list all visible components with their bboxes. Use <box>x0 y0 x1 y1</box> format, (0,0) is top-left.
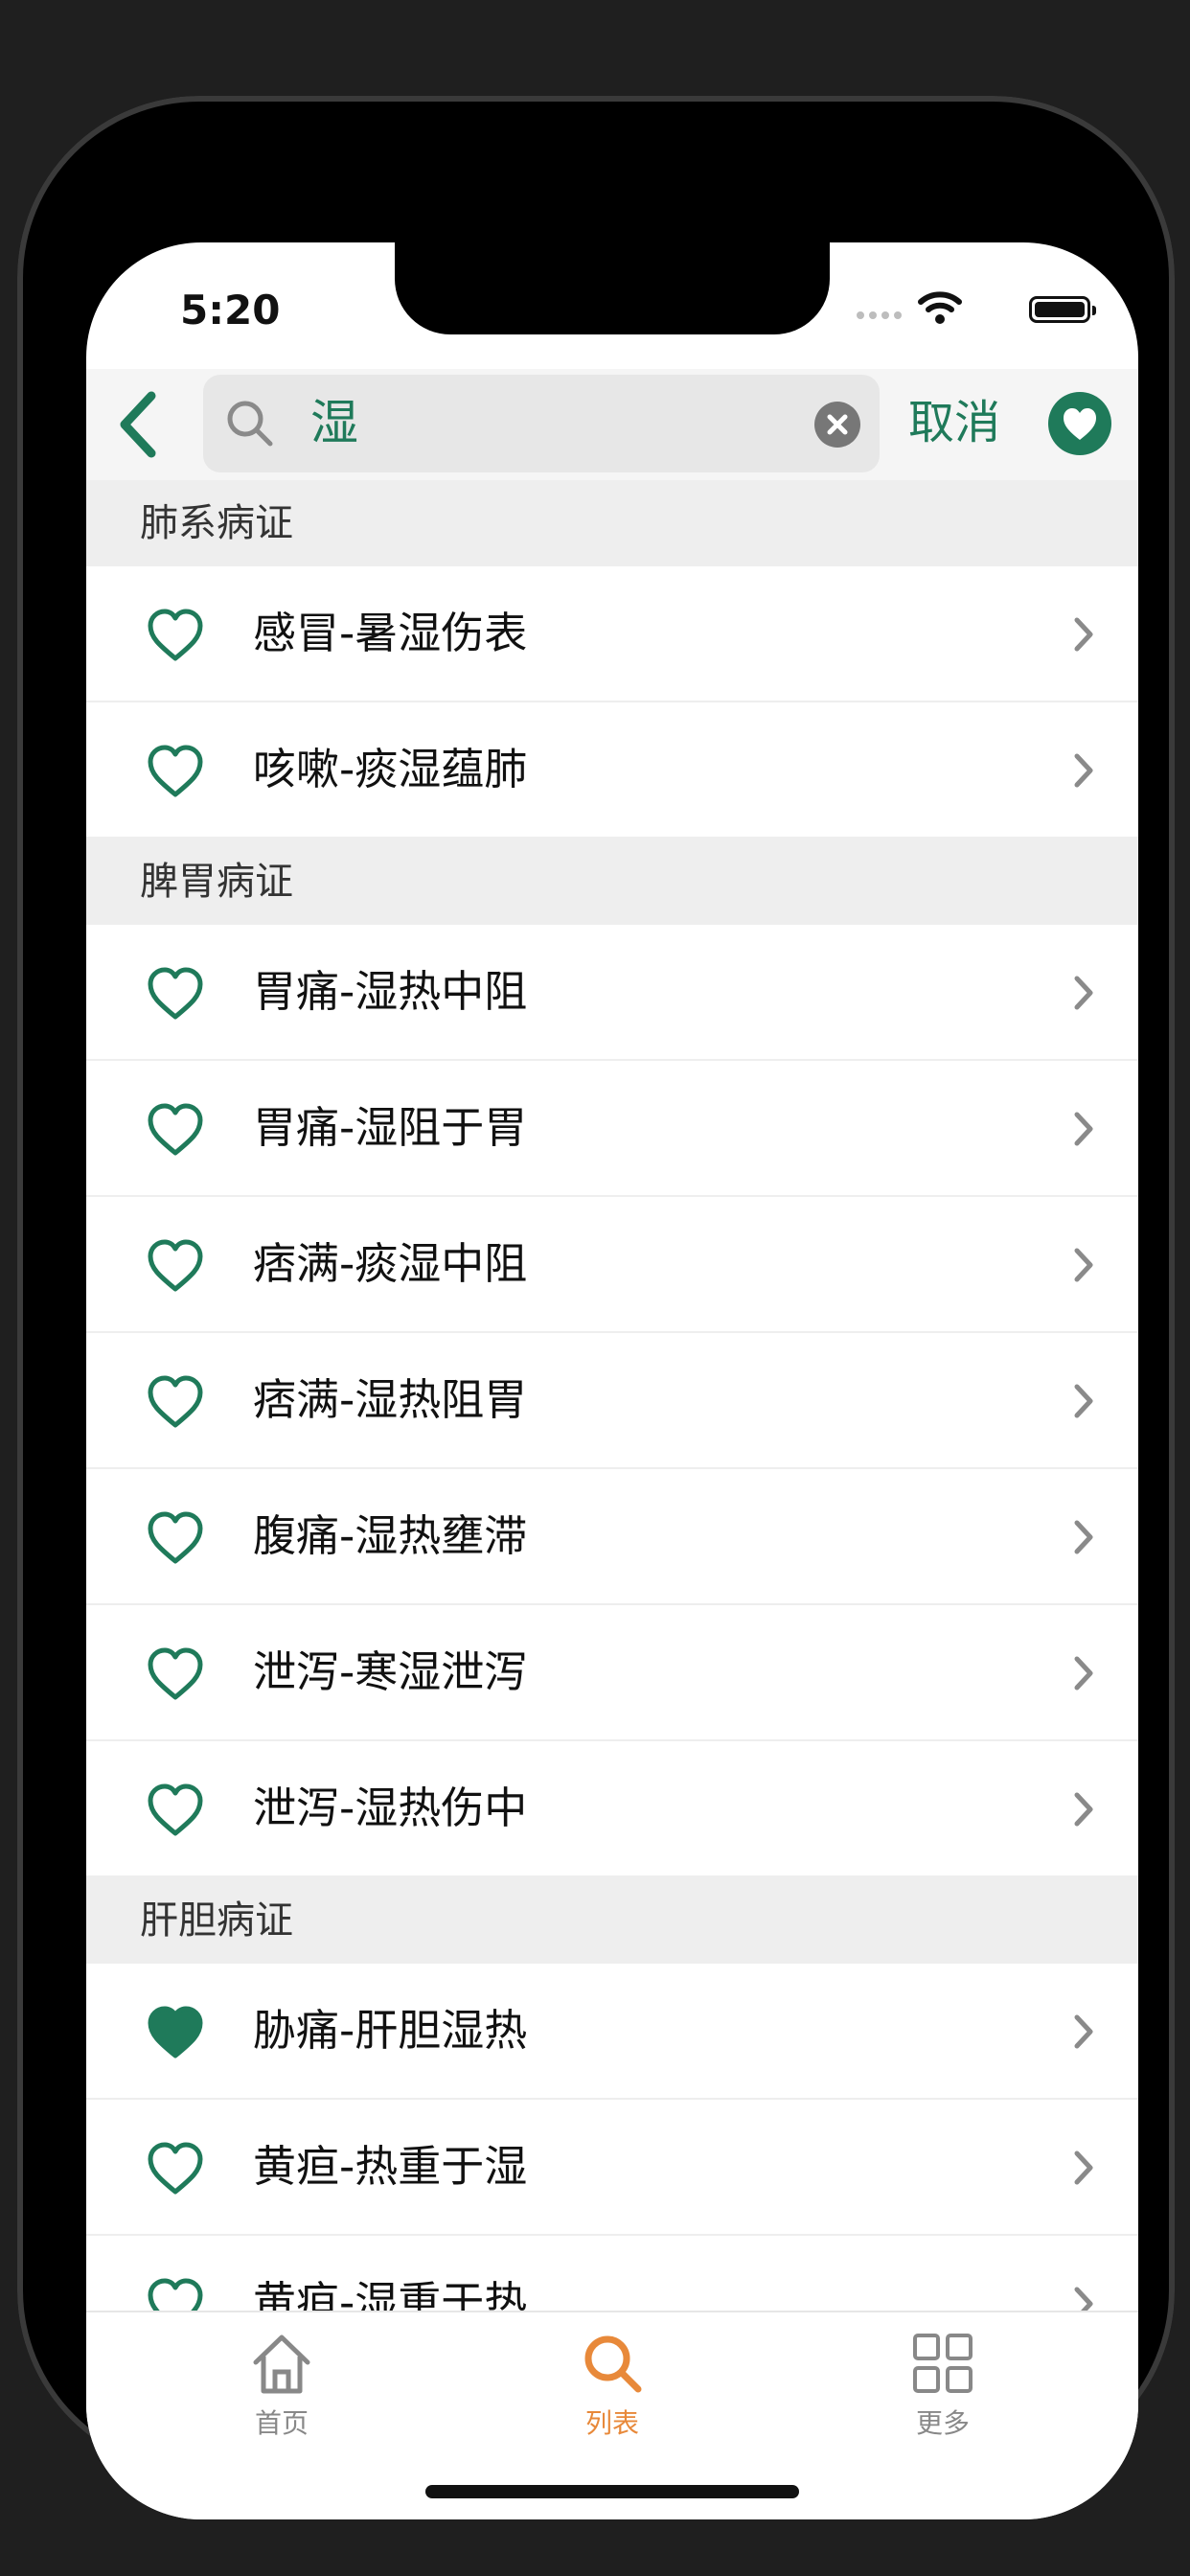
heart-icon[interactable] <box>146 2140 205 2196</box>
wifi-icon <box>918 291 962 324</box>
cancel-button[interactable]: 取消 <box>908 392 1000 453</box>
heart-icon[interactable] <box>146 965 205 1021</box>
search-bar: 湿 取消 <box>86 369 1138 480</box>
heart-icon[interactable] <box>146 743 205 798</box>
list-item-label: 胃痛-湿阻于胃 <box>253 1102 528 1153</box>
home-icon <box>253 2334 310 2394</box>
list-item-label: 感冒-暑湿伤表 <box>253 608 528 658</box>
list-item-label: 痞满-湿热阻胃 <box>253 1374 528 1425</box>
heart-icon[interactable] <box>146 2276 205 2311</box>
search-input[interactable]: 湿 <box>203 375 880 472</box>
list-item-label: 咳嗽-痰湿蕴肺 <box>253 744 528 794</box>
list-item[interactable]: 咳嗽-痰湿蕴肺 <box>86 702 1138 839</box>
list-item[interactable]: 胃痛-湿阻于胃 <box>86 1061 1138 1197</box>
tab-label: 首页 <box>254 2407 309 2439</box>
search-icon <box>227 401 273 447</box>
section-header: 脾胃病证 <box>86 839 1138 925</box>
chevron-right-icon <box>1074 1656 1093 1690</box>
screen: 5:20 湿 取消 肺系病证 感冒-暑湿伤表 咳嗽-痰湿蕴肺 脾胃病证 胃痛-湿… <box>86 242 1138 2519</box>
chevron-right-icon <box>1074 753 1093 788</box>
tab-label: 更多 <box>915 2407 970 2439</box>
section-header: 肺系病证 <box>86 480 1138 566</box>
list-item[interactable]: 泄泻-湿热伤中 <box>86 1741 1138 1877</box>
chevron-right-icon <box>1074 1792 1093 1827</box>
list-item[interactable]: 感冒-暑湿伤表 <box>86 566 1138 702</box>
tab-more[interactable]: 更多 <box>847 2330 1039 2454</box>
battery-icon <box>1029 296 1096 323</box>
heart-icon[interactable] <box>146 2004 205 2059</box>
list-item[interactable]: 腹痛-湿热壅滞 <box>86 1469 1138 1605</box>
list-item[interactable]: 痞满-痰湿中阻 <box>86 1197 1138 1333</box>
chevron-right-icon <box>1074 2150 1093 2185</box>
back-button[interactable] <box>107 388 174 461</box>
heart-icon[interactable] <box>146 1101 205 1157</box>
chevron-right-icon <box>1074 1520 1093 1554</box>
tab-home[interactable]: 首页 <box>186 2330 378 2454</box>
grid-icon <box>913 2334 973 2393</box>
list-item-label: 泄泻-寒湿泄泻 <box>253 1646 528 1697</box>
chevron-right-icon <box>1074 1384 1093 1418</box>
list-item[interactable]: 胁痛-肝胆湿热 <box>86 1964 1138 2100</box>
list-item-label: 黄疸-湿重于热 <box>253 2277 528 2311</box>
list-item[interactable]: 泄泻-寒湿泄泻 <box>86 1605 1138 1741</box>
list-item-label: 胃痛-湿热中阻 <box>253 966 528 1017</box>
heart-icon[interactable] <box>146 1237 205 1293</box>
tab-label: 列表 <box>584 2407 639 2439</box>
search-icon <box>584 2335 642 2393</box>
section-header: 肝胆病证 <box>86 1877 1138 1964</box>
search-query-text: 湿 <box>310 395 358 450</box>
list-item[interactable]: 黄疸-热重于湿 <box>86 2100 1138 2236</box>
list-item-label: 腹痛-湿热壅滞 <box>253 1510 528 1561</box>
signal-dots-icon <box>857 311 903 319</box>
status-time: 5:20 <box>180 287 281 334</box>
tab-list[interactable]: 列表 <box>516 2330 708 2454</box>
list-item-label: 黄疸-热重于湿 <box>253 2141 528 2192</box>
list-item[interactable]: 黄疸-湿重于热 <box>86 2236 1138 2311</box>
chevron-right-icon <box>1074 1248 1093 1282</box>
heart-icon[interactable] <box>146 1373 205 1429</box>
list-item[interactable]: 痞满-湿热阻胃 <box>86 1333 1138 1469</box>
notch <box>395 242 830 334</box>
heart-icon[interactable] <box>146 1782 205 1837</box>
heart-icon[interactable] <box>146 1645 205 1701</box>
chevron-right-icon <box>1074 617 1093 652</box>
home-indicator <box>425 2485 799 2498</box>
list-item-label: 泄泻-湿热伤中 <box>253 1782 528 1833</box>
result-list[interactable]: 肺系病证感冒-暑湿伤表 咳嗽-痰湿蕴肺脾胃病证胃痛-湿热中阻 胃痛-湿阻于胃 痞满-痰… <box>86 480 1138 2311</box>
phone-frame: 5:20 湿 取消 肺系病证 感冒-暑湿伤表 咳嗽-痰湿蕴肺 脾胃病证 胃痛-湿… <box>17 96 1175 2519</box>
chevron-right-icon <box>1074 2287 1093 2311</box>
heart-icon <box>1064 408 1096 440</box>
favorites-button[interactable] <box>1048 392 1111 455</box>
heart-icon[interactable] <box>146 607 205 662</box>
list-item[interactable]: 胃痛-湿热中阻 <box>86 925 1138 1061</box>
clear-search-button[interactable] <box>814 402 860 448</box>
chevron-right-icon <box>1074 2014 1093 2049</box>
chevron-right-icon <box>1074 1112 1093 1146</box>
close-icon <box>827 414 848 435</box>
heart-icon[interactable] <box>146 1509 205 1565</box>
list-item-label: 胁痛-肝胆湿热 <box>253 2005 528 2056</box>
list-item-label: 痞满-痰湿中阻 <box>253 1238 528 1289</box>
chevron-right-icon <box>1074 976 1093 1010</box>
